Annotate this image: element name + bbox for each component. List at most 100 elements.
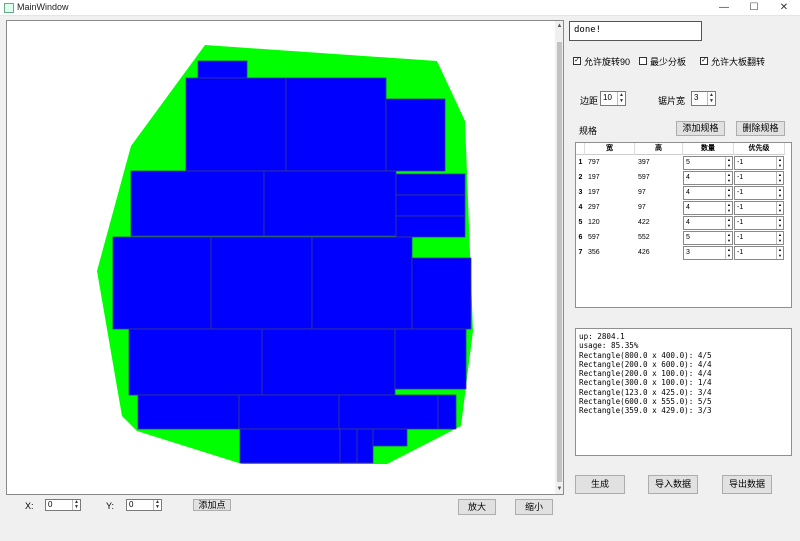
close-button[interactable]: ✕ [770, 0, 798, 16]
placed-piece[interactable] [128, 328, 263, 396]
cell-priority-spinbox[interactable]: -1 ▲ ▼ [734, 231, 784, 245]
y-spinbox[interactable]: 0 ▲ ▼ [126, 499, 162, 511]
placed-piece[interactable] [437, 394, 457, 430]
scrollbar-thumb[interactable] [557, 42, 562, 482]
priority-spin-arrows-icon[interactable]: ▲ ▼ [776, 172, 783, 184]
cell-qty-spinbox[interactable]: 3 ▲ ▼ [683, 246, 733, 260]
placed-piece[interactable] [239, 428, 341, 464]
allow-flip-checkbox[interactable]: ✓ 允许大板翻转 [700, 55, 765, 67]
cell-width[interactable]: 120 [586, 219, 600, 226]
placed-piece[interactable] [238, 394, 340, 430]
scroll-up-icon[interactable]: ▲ [556, 22, 563, 30]
cell-priority-spinbox[interactable]: -1 ▲ ▼ [734, 186, 784, 200]
placed-piece[interactable] [263, 170, 397, 237]
cell-qty-spinbox[interactable]: 5 ▲ ▼ [683, 156, 733, 170]
placed-piece[interactable] [395, 215, 466, 238]
placed-piece[interactable] [112, 236, 212, 330]
col-header-width[interactable]: 宽 [585, 143, 635, 155]
cell-height[interactable]: 97 [636, 204, 646, 211]
cell-width[interactable]: 197 [586, 189, 600, 196]
col-header-qty[interactable]: 数量 [683, 143, 734, 155]
priority-spin-arrows-icon[interactable]: ▲ ▼ [776, 247, 783, 259]
cell-height[interactable]: 97 [636, 189, 646, 196]
cell-height[interactable]: 397 [636, 159, 650, 166]
y-spin-arrows-icon[interactable]: ▲ ▼ [153, 500, 161, 510]
qty-spin-arrows-icon[interactable]: ▲ ▼ [725, 217, 732, 229]
placed-piece[interactable] [261, 328, 396, 396]
priority-spin-arrows-icon[interactable]: ▲ ▼ [776, 232, 783, 244]
qty-spin-arrows-icon[interactable]: ▲ ▼ [725, 247, 732, 259]
cell-height[interactable]: 552 [636, 234, 650, 241]
status-field[interactable]: done! [569, 21, 702, 41]
layout-canvas[interactable] [6, 20, 564, 495]
priority-spin-arrows-icon[interactable]: ▲ ▼ [776, 202, 783, 214]
placed-piece[interactable] [137, 394, 240, 430]
delete-spec-button[interactable]: 删除规格 [736, 121, 785, 136]
placed-piece[interactable] [394, 328, 467, 390]
zoom-in-button[interactable]: 放大 [458, 499, 496, 515]
cell-qty-spinbox[interactable]: 4 ▲ ▼ [683, 171, 733, 185]
scroll-down-icon[interactable]: ▼ [556, 485, 563, 493]
saw-spin-arrows-icon[interactable]: ▲ ▼ [707, 92, 715, 105]
add-spec-button[interactable]: 添加规格 [676, 121, 725, 136]
margin-spinbox[interactable]: 10 ▲ ▼ [600, 91, 626, 106]
import-data-button[interactable]: 导入数据 [648, 475, 698, 494]
placed-piece[interactable] [130, 170, 265, 237]
placed-piece[interactable] [356, 428, 374, 464]
placed-piece[interactable] [411, 257, 472, 330]
placed-piece[interactable] [197, 60, 248, 79]
qty-spin-arrows-icon[interactable]: ▲ ▼ [725, 202, 732, 214]
col-header-priority[interactable]: 优先级 [734, 143, 785, 155]
margin-spin-arrows-icon[interactable]: ▲ ▼ [617, 92, 625, 105]
allow-rotate-checkbox[interactable]: ✓ 允许旋转90 [573, 55, 630, 67]
cell-qty-spinbox[interactable]: 4 ▲ ▼ [683, 186, 733, 200]
minimize-button[interactable]: — [710, 0, 738, 16]
generate-button[interactable]: 生成 [575, 475, 625, 494]
qty-spin-arrows-icon[interactable]: ▲ ▼ [725, 187, 732, 199]
cell-width[interactable]: 297 [586, 204, 600, 211]
add-point-button[interactable]: 添加点 [193, 499, 231, 511]
checkbox-flip-box[interactable]: ✓ [700, 57, 708, 65]
placed-piece[interactable] [210, 236, 313, 330]
cell-priority-spinbox[interactable]: -1 ▲ ▼ [734, 156, 784, 170]
saw-width-spinbox[interactable]: 3 ▲ ▼ [691, 91, 716, 106]
qty-spin-arrows-icon[interactable]: ▲ ▼ [725, 157, 732, 169]
priority-spin-arrows-icon[interactable]: ▲ ▼ [776, 187, 783, 199]
x-spinbox[interactable]: 0 ▲ ▼ [45, 499, 81, 511]
cell-width[interactable]: 797 [586, 159, 600, 166]
qty-spin-arrows-icon[interactable]: ▲ ▼ [725, 232, 732, 244]
cell-width[interactable]: 356 [586, 249, 600, 256]
col-header-height[interactable]: 高 [635, 143, 683, 155]
qty-spin-arrows-icon[interactable]: ▲ ▼ [725, 172, 732, 184]
placed-piece[interactable] [311, 236, 413, 330]
placed-piece[interactable] [339, 428, 358, 464]
result-log[interactable]: up: 2804.1 usage: 85.35% Rectangle(800.0 x… [575, 328, 792, 456]
placed-piece[interactable] [395, 173, 466, 196]
cell-qty-spinbox[interactable]: 4 ▲ ▼ [683, 216, 733, 230]
placed-piece[interactable] [185, 77, 287, 172]
placed-piece[interactable] [338, 394, 439, 430]
priority-spin-arrows-icon[interactable]: ▲ ▼ [776, 157, 783, 169]
specs-table[interactable]: 宽 高 数量 优先级 1 797 397 5 ▲ ▼ -1 ▲ ▼ 2 197 597 4 ▲ ▼ -1 ▲ ▼ 3… [575, 142, 792, 308]
checkbox-min-boards-box[interactable] [639, 57, 647, 65]
cell-priority-spinbox[interactable]: -1 ▲ ▼ [734, 171, 784, 185]
cell-width[interactable]: 597 [586, 234, 600, 241]
placed-piece[interactable] [395, 194, 466, 217]
cell-qty-spinbox[interactable]: 4 ▲ ▼ [683, 201, 733, 215]
x-spin-arrows-icon[interactable]: ▲ ▼ [72, 500, 80, 510]
cell-height[interactable]: 422 [636, 219, 650, 226]
cell-height[interactable]: 426 [636, 249, 650, 256]
min-boards-checkbox[interactable]: 最少分板 [639, 55, 686, 67]
zoom-out-button[interactable]: 缩小 [515, 499, 553, 515]
cell-width[interactable]: 197 [586, 174, 600, 181]
checkbox-rotate-box[interactable]: ✓ [573, 57, 581, 65]
placed-piece[interactable] [372, 428, 408, 447]
placed-piece[interactable] [385, 98, 446, 172]
priority-spin-arrows-icon[interactable]: ▲ ▼ [776, 217, 783, 229]
placed-piece[interactable] [285, 77, 387, 172]
cell-priority-spinbox[interactable]: -1 ▲ ▼ [734, 216, 784, 230]
cell-height[interactable]: 597 [636, 174, 650, 181]
cell-qty-spinbox[interactable]: 5 ▲ ▼ [683, 231, 733, 245]
cell-priority-spinbox[interactable]: -1 ▲ ▼ [734, 246, 784, 260]
export-data-button[interactable]: 导出数据 [722, 475, 772, 494]
